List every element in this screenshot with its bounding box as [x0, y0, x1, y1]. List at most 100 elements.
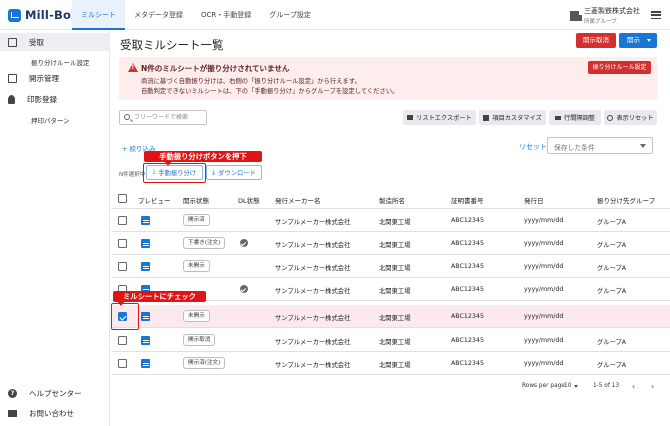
saved-conditions-select[interactable]: 保存した条件 [547, 137, 653, 154]
pdf-preview-icon[interactable] [141, 336, 150, 345]
sidebar-item-disclosure[interactable]: 開示管理 [0, 69, 110, 87]
sidebar-help[interactable]: ? ヘルプセンター [0, 384, 110, 402]
refresh-icon [607, 114, 614, 121]
cell-maker: サンプルメーカー株式会社 [275, 288, 351, 295]
logo[interactable]: Mill-Box [8, 8, 79, 22]
cell-plant: 北関東工場 [379, 339, 411, 346]
cell-date: yyyy/mm/dd [524, 313, 564, 320]
reset-view-label: 表示リセット [616, 115, 654, 122]
reset-link[interactable]: リセット [519, 142, 547, 152]
cell-maker: サンプルメーカー株式会社 [275, 265, 351, 272]
sidebar-item-label: 受取 [29, 37, 44, 47]
sidebar-item-receive[interactable]: 受取 [0, 33, 110, 51]
pdf-preview-icon[interactable] [141, 312, 150, 321]
cell-date: yyyy/mm/dd [524, 286, 564, 293]
cell-group: グループA [597, 219, 627, 226]
customize-columns-button[interactable]: 項目カスタマイズ [479, 110, 546, 125]
cell-date: yyyy/mm/dd [524, 217, 564, 224]
column-header-group[interactable]: 振り分け先グループ [597, 195, 655, 205]
pdf-preview-icon[interactable] [141, 216, 150, 225]
search-input[interactable] [134, 112, 204, 123]
company-group: 所属グループ [584, 19, 617, 25]
logo-text: Mill-Box [25, 8, 79, 22]
table-row[interactable]: 下書き(注文) サンプルメーカー株式会社 北関東工場 ABC12345 yyyy/mm/… [111, 232, 670, 255]
row-density-label: 行間隔調整 [564, 115, 595, 122]
company-switcher[interactable]: 三菱製鉄株式会社 所属グループ [570, 6, 640, 25]
sidebar: 受取 振り分けルール設定 開示管理 印影登録 押印パターン ? ヘルプセンター … [0, 30, 110, 426]
cell-maker: サンプルメーカー株式会社 [275, 339, 351, 346]
sidebar-item-stamp-pattern[interactable]: 押印パターン [31, 115, 70, 125]
sidebar-item-seal[interactable]: 印影登録 [0, 90, 110, 108]
rows-per-page-select[interactable]: 10 [564, 383, 571, 389]
column-header-dl[interactable]: DL状態 [238, 195, 260, 205]
cell-cert: ABC12345 [451, 360, 484, 367]
cell-cert: ABC12345 [451, 337, 484, 344]
cell-date: yyyy/mm/dd [524, 240, 564, 247]
cell-group: グループA [597, 339, 627, 346]
row-checkbox[interactable] [118, 359, 127, 368]
menu-icon[interactable] [650, 9, 662, 21]
check-circle-icon [240, 239, 248, 247]
highlight-checkbox [111, 303, 139, 330]
cell-date: yyyy/mm/dd [524, 263, 564, 270]
rows-per-page-label: Rows per page: [522, 383, 567, 389]
row-checkbox[interactable] [118, 216, 127, 225]
unassigned-alert: N件のミルシートが振り分けされていません 商流に基づく自動振り分けは、右側の「振… [119, 57, 657, 100]
row-checkbox[interactable] [118, 239, 127, 248]
tab-ocr[interactable]: OCR・手動登録 [192, 0, 260, 30]
row-density-button[interactable]: 行間隔調整 [549, 110, 601, 125]
download-button[interactable]: ⤓ ダウンロード [206, 165, 262, 180]
column-header-cert[interactable]: 証明書番号 [451, 195, 484, 205]
cell-cert: ABC12345 [451, 263, 484, 270]
cancel-disclosure-button[interactable]: 開示取消 [576, 33, 616, 48]
table-row[interactable]: 開示済(注文) サンプルメーカー株式会社 北関東工場 ABC12345 yyyy/mm/… [111, 352, 670, 375]
tab-group-settings[interactable]: グループ設定 [260, 0, 320, 30]
table-header: プレビュー 開示状態 DL状態 発行メーカー名 製造所名 証明書番号 発行日 振… [111, 188, 670, 209]
status-badge: 開示済(注文) [183, 357, 226, 369]
chevron-down-icon [647, 39, 651, 42]
sidebar-contact[interactable]: お問い合わせ [0, 404, 110, 422]
export-list-button[interactable]: リストエクスポート [403, 110, 476, 125]
select-all-checkbox[interactable] [118, 194, 127, 203]
row-checkbox[interactable] [118, 262, 127, 271]
search-icon [124, 114, 130, 120]
pdf-preview-icon[interactable] [141, 239, 150, 248]
disclose-label: 開示 [627, 36, 640, 44]
cell-date: yyyy/mm/dd [524, 337, 564, 344]
callout-check-mill: ミルシートにチェック [113, 291, 206, 302]
row-checkbox[interactable] [118, 336, 127, 345]
column-header-status[interactable]: 開示状態 [183, 195, 209, 205]
sidebar-item-assign-rules[interactable]: 振り分けルール設定 [31, 57, 90, 67]
cell-maker: サンプルメーカー株式会社 [275, 362, 351, 369]
tab-millsheet[interactable]: ミルシート [72, 0, 125, 30]
status-badge: 下書き(注文) [183, 237, 226, 249]
cell-plant: 北関東工場 [379, 242, 411, 249]
column-header-date[interactable]: 発行日 [524, 195, 544, 205]
cell-group: グループA [597, 288, 627, 295]
logo-icon [8, 8, 21, 22]
table-row[interactable]: 開示取消 サンプルメーカー株式会社 北関東工場 ABC12345 yyyy/mm/dd グ… [111, 329, 670, 352]
pdf-preview-icon[interactable] [141, 262, 150, 271]
main-nav: ミルシート メタデータ登録 OCR・手動登録 グループ設定 [72, 0, 320, 30]
table-row[interactable]: 未開示 サンプルメーカー株式会社 北関東工場 ABC12345 yyyy/mm/dd [111, 305, 670, 328]
pagination-range: 1-5 of 13 [593, 383, 620, 389]
search-field[interactable] [119, 110, 207, 125]
column-header-maker[interactable]: 発行メーカー名 [275, 195, 321, 205]
column-header-preview[interactable]: プレビュー [138, 195, 171, 205]
chevron-left-icon[interactable]: ‹ [632, 382, 635, 391]
cell-group: グループA [597, 265, 627, 272]
assign-rules-button[interactable]: 振り分けルール設定 [588, 61, 651, 74]
chevron-down-icon [574, 385, 578, 388]
table-row[interactable]: 開示済 サンプルメーカー株式会社 北関東工場 ABC12345 yyyy/mm/dd グル… [111, 209, 670, 232]
cell-maker: サンプルメーカー株式会社 [275, 242, 351, 249]
chevron-right-icon[interactable]: › [651, 382, 654, 391]
disclose-button[interactable]: 開示 [619, 33, 657, 48]
grid-icon [483, 114, 490, 121]
pdf-preview-icon[interactable] [141, 359, 150, 368]
density-icon [555, 115, 562, 120]
column-header-plant[interactable]: 製造所名 [379, 195, 405, 205]
status-badge: 未開示 [183, 260, 210, 272]
table-row[interactable]: 未開示 サンプルメーカー株式会社 北関東工場 ABC12345 yyyy/mm/dd グル… [111, 255, 670, 278]
tab-metadata[interactable]: メタデータ登録 [125, 0, 192, 30]
reset-view-button[interactable]: 表示リセット [604, 110, 657, 125]
